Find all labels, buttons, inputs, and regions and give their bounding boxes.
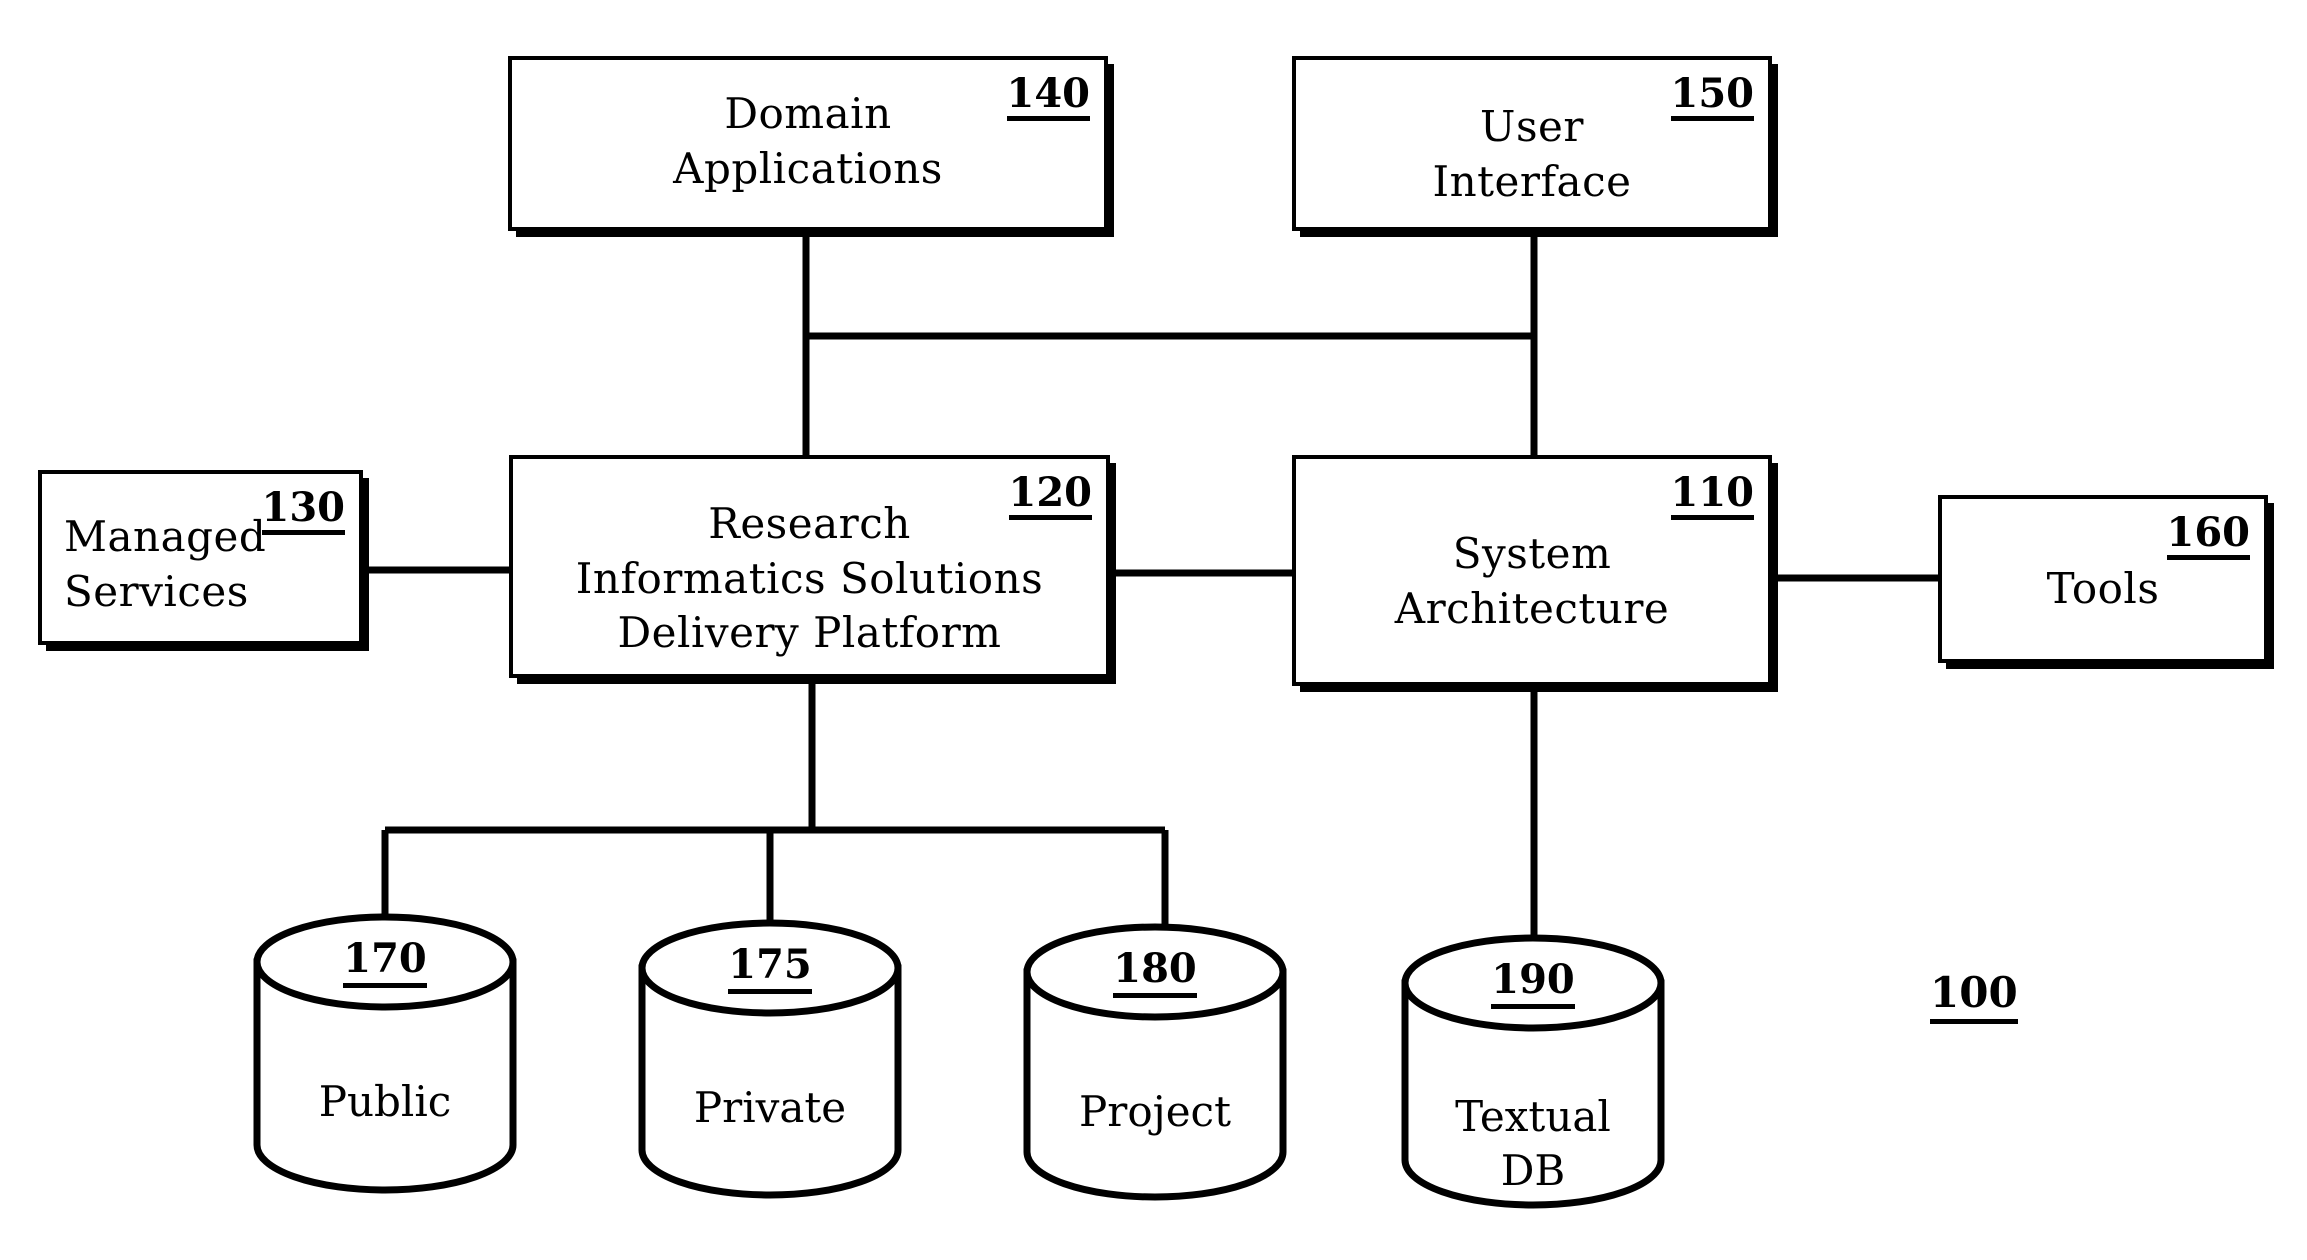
box-user-interface: 150 User Interface — [1292, 56, 1772, 231]
cylinder-public-db-text: Public — [318, 1077, 452, 1126]
cylinder-private-db-text: Private — [693, 1083, 847, 1132]
reference-numeral-170-text: 170 — [343, 935, 427, 988]
reference-numeral-175-text: 175 — [728, 941, 812, 994]
reference-numeral-160: 160 — [2166, 513, 2250, 560]
box-domain-applications-text: Domain Applications — [673, 89, 943, 193]
reference-numeral-190: 190 — [1405, 956, 1661, 1009]
cylinder-textual-db-text: Textual DB — [1455, 1092, 1611, 1195]
cylinder-textual-db: 190 Textual DB — [1405, 938, 1661, 1213]
box-research-informatics-platform: 120 Research Informatics Solutions Deliv… — [509, 455, 1110, 678]
box-managed-services: 130 Managed Services — [38, 470, 363, 645]
reference-numeral-190-text: 190 — [1491, 956, 1575, 1009]
box-managed-services-text: Managed Services — [64, 512, 267, 616]
cylinder-public-db: 170 Public — [257, 917, 513, 1192]
box-tools: 160 Tools — [1938, 495, 2268, 663]
box-domain-applications: 140 Domain Applications — [508, 56, 1108, 231]
box-tools-text: Tools — [2046, 564, 2160, 613]
box-research-informatics-platform-text: Research Informatics Solutions Delivery … — [575, 499, 1044, 658]
figure-reference-numeral: 100 — [1930, 968, 2018, 1024]
reference-numeral-180-text: 180 — [1113, 945, 1197, 998]
patent-figure-diagram: 140 Domain Applications 150 User Interfa… — [0, 0, 2307, 1260]
cylinder-project-db-text: Project — [1079, 1087, 1231, 1136]
box-system-architecture: 110 System Architecture — [1292, 455, 1772, 686]
reference-numeral-110: 110 — [1670, 473, 1754, 520]
reference-numeral-175: 175 — [642, 941, 898, 994]
cylinder-private-db: 175 Private — [642, 923, 898, 1198]
box-user-interface-text: User Interface — [1432, 102, 1632, 206]
reference-numeral-170: 170 — [257, 935, 513, 988]
cylinder-project-db: 180 Project — [1027, 927, 1283, 1202]
reference-numeral-180: 180 — [1027, 945, 1283, 998]
figure-reference-numeral-text: 100 — [1930, 968, 2018, 1024]
box-system-architecture-text: System Architecture — [1394, 529, 1670, 633]
